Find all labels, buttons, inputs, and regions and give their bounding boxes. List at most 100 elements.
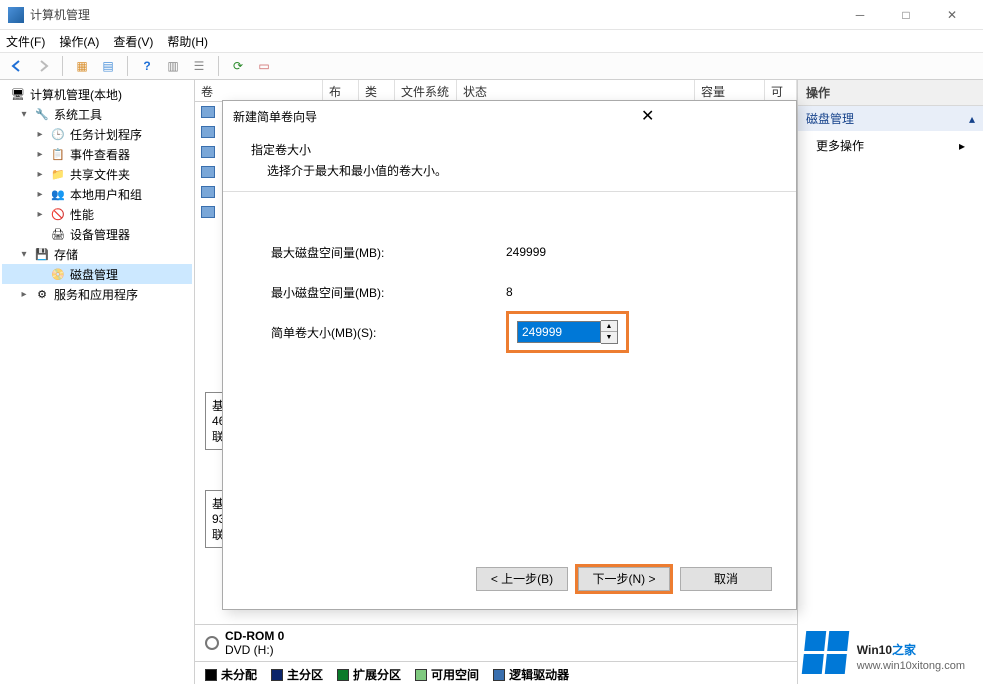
- expand-icon[interactable]: ▸: [34, 209, 46, 220]
- toolbar-separator: [62, 56, 63, 76]
- toolbar-btn-5[interactable]: ▭: [253, 55, 275, 77]
- collapse-icon[interactable]: ▾: [18, 109, 30, 120]
- tree-disk-management[interactable]: 📀磁盘管理: [2, 264, 192, 284]
- menu-file[interactable]: 文件(F): [6, 33, 45, 50]
- maximize-button[interactable]: □: [883, 0, 929, 30]
- toolbar-btn-1[interactable]: ▦: [71, 55, 93, 77]
- window-title: 计算机管理: [30, 6, 837, 23]
- users-icon: 👥: [50, 186, 66, 202]
- window-titlebar: 计算机管理 ─ □ ✕: [0, 0, 983, 30]
- cdrom-text: CD-ROM 0 DVD (H:): [225, 629, 284, 657]
- toolbar: ▦ ▤ ? ▥ ☰ ⟳ ▭: [0, 52, 983, 80]
- tree-services[interactable]: ▸⚙服务和应用程序: [2, 284, 192, 304]
- spinner-up-button[interactable]: ▲: [601, 321, 617, 332]
- toolbar-btn-2[interactable]: ▤: [97, 55, 119, 77]
- spinner-buttons: ▲ ▼: [601, 320, 618, 344]
- toolbar-btn-4[interactable]: ☰: [188, 55, 210, 77]
- collapse-icon: ▴: [969, 112, 975, 126]
- cdrom-block[interactable]: CD-ROM 0 DVD (H:): [195, 625, 798, 661]
- cdrom-name: CD-ROM 0: [225, 629, 284, 643]
- menu-view[interactable]: 查看(V): [113, 33, 153, 50]
- services-icon: ⚙: [34, 286, 50, 302]
- actions-pane: 操作 磁盘管理 ▴ 更多操作▸: [798, 80, 983, 684]
- help-icon[interactable]: ?: [136, 55, 158, 77]
- tree-label: 本地用户和组: [70, 186, 142, 203]
- tree-task-scheduler[interactable]: ▸ 🕒任务计划程序: [2, 124, 192, 144]
- volume-size-label: 简单卷大小(MB)(S):: [271, 324, 506, 341]
- legend-logical: 逻辑驱动器: [493, 666, 569, 683]
- tree-label: 存储: [54, 246, 78, 263]
- clock-icon: 🕒: [50, 126, 66, 142]
- expand-icon[interactable]: ▸: [34, 169, 46, 180]
- menu-action[interactable]: 操作(A): [59, 33, 99, 50]
- actions-category-label: 磁盘管理: [806, 110, 854, 127]
- watermark-brand-accent: 之家: [892, 643, 916, 657]
- volume-size-row: 简单卷大小(MB)(S): ▲ ▼: [271, 312, 768, 352]
- max-space-label: 最大磁盘空间量(MB):: [271, 244, 506, 261]
- volume-list-header: 卷 布局 类型 文件系统 状态 容量 可: [195, 80, 797, 102]
- tree-system-tools[interactable]: ▾🔧系统工具: [2, 104, 192, 124]
- actions-more[interactable]: 更多操作▸: [798, 131, 983, 160]
- spinner-down-button[interactable]: ▼: [601, 332, 617, 343]
- tree-pane: 🖥计算机管理(本地) ▾🔧系统工具 ▸🕒任务计划程序 ▸📋事件查看器 ▸📁共享文…: [0, 80, 195, 684]
- back-button[interactable]: [6, 55, 28, 77]
- col-filesystem[interactable]: 文件系统: [395, 80, 457, 101]
- watermark: Win10之家 www.win10xitong.com: [804, 631, 965, 674]
- tree-label: 任务计划程序: [70, 126, 142, 143]
- col-status[interactable]: 状态: [457, 80, 695, 101]
- dialog-separator: [223, 191, 796, 192]
- tree-label: 计算机管理(本地): [30, 86, 122, 103]
- close-button[interactable]: ✕: [929, 0, 975, 30]
- expand-icon[interactable]: ▸: [34, 149, 46, 160]
- forward-button[interactable]: [32, 55, 54, 77]
- tree-event-viewer[interactable]: ▸ 📋事件查看器: [2, 144, 192, 164]
- col-capacity[interactable]: 容量: [695, 80, 765, 101]
- tree-root[interactable]: 🖥计算机管理(本地): [2, 84, 192, 104]
- col-type[interactable]: 类型: [359, 80, 395, 101]
- actions-category[interactable]: 磁盘管理 ▴: [798, 106, 983, 131]
- refresh-icon[interactable]: ⟳: [227, 55, 249, 77]
- tree-local-users[interactable]: ▸ 👥本地用户和组: [2, 184, 192, 204]
- expand-icon[interactable]: ▸: [18, 289, 30, 300]
- dialog-close-button[interactable]: ✕: [510, 106, 787, 126]
- tree-shared-folders[interactable]: ▸📁共享文件夹: [2, 164, 192, 184]
- min-space-row: 最小磁盘空间量(MB): 8: [271, 272, 768, 312]
- toolbar-btn-3[interactable]: ▥: [162, 55, 184, 77]
- disc-icon: [205, 636, 219, 650]
- device-icon: 🖨: [50, 226, 66, 242]
- dialog-heading: 指定卷大小: [251, 141, 768, 158]
- col-layout[interactable]: 布局: [323, 80, 359, 101]
- expand-icon[interactable]: ▸: [34, 189, 46, 200]
- event-icon: 📋: [50, 146, 66, 162]
- col-free[interactable]: 可: [765, 80, 797, 101]
- menu-help[interactable]: 帮助(H): [167, 33, 208, 50]
- tree-label: 性能: [70, 206, 94, 223]
- legend-free: 可用空间: [415, 666, 479, 683]
- legend-extended: 扩展分区: [337, 666, 401, 683]
- tools-icon: 🔧: [34, 106, 50, 122]
- tree-storage[interactable]: ▾💾存储: [2, 244, 192, 264]
- dialog-subheading: 选择介于最大和最小值的卷大小。: [267, 162, 768, 179]
- col-volume[interactable]: 卷: [195, 80, 323, 101]
- computer-icon: 🖥: [10, 86, 26, 102]
- dialog-title: 新建简单卷向导: [233, 108, 510, 125]
- new-volume-wizard-dialog: 新建简单卷向导 ✕ 指定卷大小 选择介于最大和最小值的卷大小。 最大磁盘空间量(…: [222, 100, 797, 610]
- menu-bar: 文件(F) 操作(A) 查看(V) 帮助(H): [0, 30, 983, 52]
- tree-label: 磁盘管理: [70, 266, 118, 283]
- tree-device-manager[interactable]: 🖨设备管理器: [2, 224, 192, 244]
- dialog-body: 指定卷大小 选择介于最大和最小值的卷大小。 最大磁盘空间量(MB): 24999…: [223, 131, 796, 352]
- windows-logo-icon: [802, 631, 850, 674]
- cancel-button[interactable]: 取消: [680, 567, 772, 591]
- back-button[interactable]: < 上一步(B): [476, 567, 568, 591]
- tree-performance[interactable]: ▸🚫性能: [2, 204, 192, 224]
- next-button[interactable]: 下一步(N) >: [578, 567, 670, 591]
- expand-icon[interactable]: ▸: [34, 129, 46, 140]
- tree-label: 事件查看器: [70, 146, 130, 163]
- volume-size-input[interactable]: [517, 321, 601, 343]
- volume-icon: [201, 106, 215, 118]
- actions-header: 操作: [798, 80, 983, 106]
- collapse-icon[interactable]: ▾: [18, 249, 30, 260]
- minimize-button[interactable]: ─: [837, 0, 883, 30]
- cdrom-drive: DVD (H:): [225, 643, 284, 657]
- actions-item-label: 更多操作: [816, 137, 864, 154]
